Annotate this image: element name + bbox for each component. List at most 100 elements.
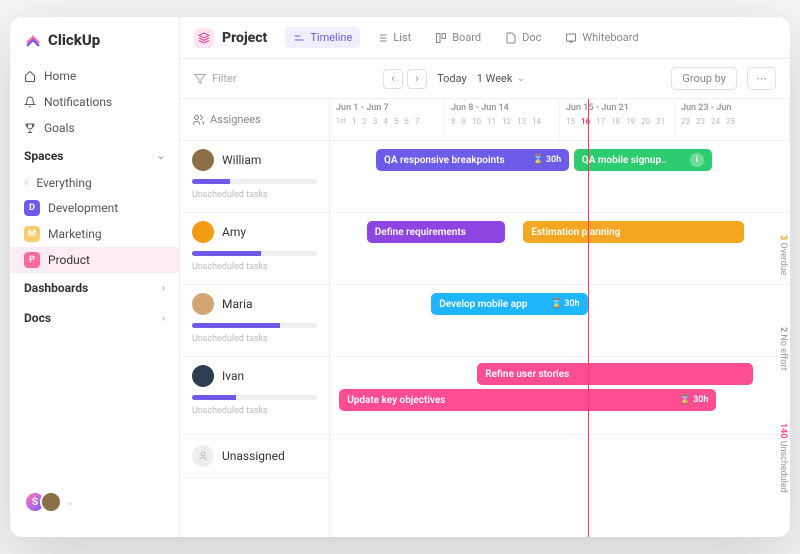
tab-doc[interactable]: Doc [497,27,549,48]
week-column: Jun 15 - Jun 2115161718192021 [560,99,675,140]
task-hours: ⌛30h [680,395,709,405]
list-icon [376,32,388,44]
hourglass-icon: ⌛ [551,299,562,309]
nav-home[interactable]: Home [10,63,179,89]
prev-button[interactable]: ‹ [383,69,403,89]
nav-home-label: Home [44,69,76,83]
week-days: 891011121314 [451,117,553,126]
docs-header[interactable]: Docs › [10,303,179,333]
project-title: Project [222,30,267,46]
assignee-name-label: William [222,153,261,167]
tab-board-label: Board [452,31,481,44]
task-label: Update key objectives [347,395,445,406]
week-days: 1st1234567 [336,117,438,126]
task-bar[interactable]: QA responsive breakpoints ⌛30h [376,149,569,171]
space-marketing[interactable]: M Marketing [10,221,179,247]
range-selector[interactable]: 1 Week ⌄ [477,72,525,85]
logo[interactable]: ClickUp [10,31,179,63]
assignee-row[interactable]: AmyUnscheduled tasks [180,213,329,285]
space-development[interactable]: D Development [10,195,179,221]
task-bar[interactable]: Estimation planning [523,221,744,243]
tab-timeline[interactable]: Timeline [285,27,360,48]
assignee-row[interactable]: MariaUnscheduled tasks [180,285,329,357]
task-bar[interactable]: Define requirements [367,221,505,243]
tab-list[interactable]: List [368,27,419,48]
tab-timeline-label: Timeline [310,31,352,44]
assignees-label: Assignees [210,113,261,126]
unscheduled-label: Unscheduled tasks [192,262,317,272]
nav-notifications[interactable]: Notifications [10,89,179,115]
tab-whiteboard-label: Whiteboard [582,31,638,44]
timeline-body[interactable]: Jun 1 - Jun 71st1234567 Jun 8 - Jun 14 891… [330,99,790,537]
group-by-button[interactable]: Group by [671,67,737,90]
week-column: Jun 1 - Jun 71st1234567 [330,99,445,140]
week-label: Jun 8 - Jun 14 [451,103,553,113]
timeline-row[interactable]: Develop mobile app⌛30h [330,285,790,357]
progress-bar [192,395,317,400]
nav-goals[interactable]: Goals [10,115,179,141]
main-area: Project Timeline List Board Doc Whiteboa… [180,17,790,537]
grid-icon: ⁝⁝ [24,178,28,189]
space-badge-p: P [24,252,40,268]
unscheduled-tag[interactable]: 140 Unscheduled [776,417,790,499]
hourglass-icon: ⌛ [533,155,544,165]
assignee-row[interactable]: William Unscheduled tasks [180,141,329,213]
dashboards-label: Dashboards [24,281,88,295]
task-bar[interactable]: Develop mobile app⌛30h [431,293,587,315]
assignee-column: Assignees WilliamUnscheduled tasksAmyUns… [180,99,330,537]
task-bar[interactable]: Refine user stories [477,363,753,385]
date-nav: ‹ › [383,69,427,89]
assignee-row[interactable]: IvanUnscheduled tasks [180,357,329,435]
noeffort-tag[interactable]: 2 No effort [776,321,790,377]
info-icon: i [690,153,704,167]
avatar [192,221,214,243]
sidebar: ClickUp Home Notifications Goals Spaces … [10,17,180,537]
space-product[interactable]: P Product [10,247,179,273]
space-mkt-label: Marketing [48,227,102,241]
filter-button[interactable]: Filter [194,72,237,85]
task-bar[interactable]: QA mobile signup..i [574,149,712,171]
user-avatar-2[interactable] [40,491,62,513]
timeline-icon [293,32,305,44]
sidebar-footer: S ⌄ [10,481,179,523]
nav-goals-label: Goals [44,121,75,135]
task-label: QA responsive breakpoints [384,155,505,166]
timeline-row[interactable]: QA responsive breakpoints ⌛30h QA mobile s… [330,141,790,213]
board-icon [435,32,447,44]
next-button[interactable]: › [407,69,427,89]
project-icon[interactable] [194,28,214,48]
timeline-row[interactable]: Refine user stories Update key objectives… [330,357,790,435]
chevron-right-icon: › [162,313,165,324]
tab-list-label: List [393,31,411,44]
progress-bar [192,251,317,256]
dashboards-header[interactable]: Dashboards › [10,273,179,303]
task-hours: ⌛30h [533,155,562,165]
more-button[interactable]: ⋯ [747,67,776,90]
unassigned-row[interactable]: Unassigned [180,435,329,478]
task-bar[interactable]: Update key objectives ⌛30h [339,389,716,411]
task-hours: ⌛30h [551,299,580,309]
avatar [192,365,214,387]
tab-board[interactable]: Board [427,27,489,48]
chevron-down-icon: ⌄ [157,151,165,162]
app-window: ClickUp Home Notifications Goals Spaces … [10,17,790,537]
space-badge-m: M [24,226,40,242]
docs-label: Docs [24,311,51,325]
chevron-down-icon[interactable]: ⌄ [66,497,74,508]
assignee-name-label: Ivan [222,369,244,383]
assignee-name-label: Maria [222,297,253,311]
tab-whiteboard[interactable]: Whiteboard [557,27,646,48]
tab-doc-label: Doc [522,31,541,44]
today-button[interactable]: Today [437,72,467,85]
avatar [192,149,214,171]
logo-text: ClickUp [48,31,100,49]
overdue-tag[interactable]: 3 Overdue [776,229,790,281]
trophy-icon [24,122,36,134]
space-everything[interactable]: ⁝⁝ Everything [10,171,179,195]
space-badge-d: D [24,200,40,216]
assignee-header[interactable]: Assignees [180,99,329,141]
whiteboard-icon [565,32,577,44]
timeline-row[interactable]: Define requirements Estimation planning [330,213,790,285]
unscheduled-label: Unscheduled tasks [192,190,317,200]
spaces-header[interactable]: Spaces ⌄ [10,141,179,171]
